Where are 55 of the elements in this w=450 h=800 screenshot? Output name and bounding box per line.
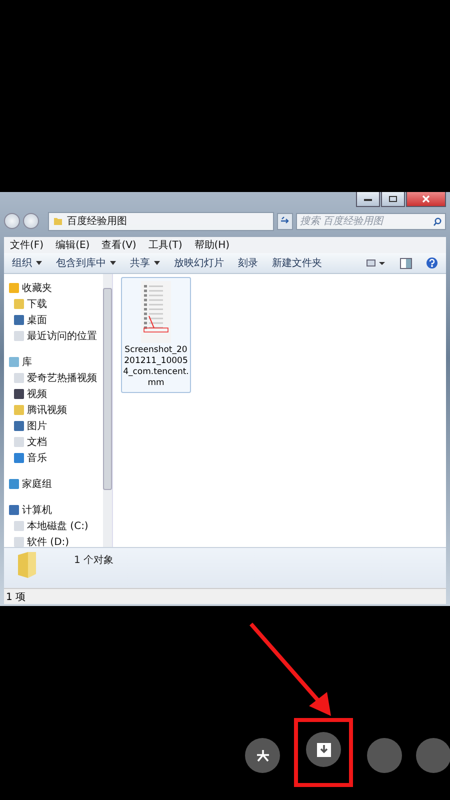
close-icon [421,195,431,203]
preview-pane-icon[interactable] [400,258,412,268]
close-button[interactable] [406,192,446,207]
file-item[interactable]: Screenshot_20201211_100054_com.tencent.mm [121,277,191,394]
sidebar-item[interactable]: 桌面 [27,313,47,327]
toolbar-button[interactable]: 包含到库中 [56,256,116,270]
view-icon[interactable] [366,258,386,268]
round-button[interactable] [416,738,450,773]
sidebar-item[interactable]: 腾讯视频 [27,403,67,417]
search-icon [433,216,442,226]
sidebar-item[interactable]: 最近访问的位置 [27,329,97,343]
maximize-icon [388,195,398,203]
sidebar-item[interactable]: 文档 [27,435,47,449]
scrollbar[interactable] [103,274,112,547]
address-path: 百度经验用图 [67,214,127,228]
sidebar-item[interactable]: 本地磁盘 (C:) [27,519,88,533]
toolbar-button[interactable]: 新建文件夹 [272,256,322,270]
minimize-button[interactable] [356,192,380,207]
sidebar-item[interactable]: 下载 [27,297,47,311]
menu-item[interactable]: 文件(F) [10,238,44,252]
refresh-icon [280,216,290,224]
details-text: 1 个对象 [74,554,114,567]
sidebar-item[interactable]: 软件 (D:) [27,535,70,547]
download-icon [316,742,332,758]
burst-icon [256,748,270,762]
toolbar-button[interactable]: 放映幻灯片 [174,256,224,270]
sidebar-item[interactable]: 视频 [27,387,47,401]
sidebar-item[interactable]: 图片 [27,419,47,433]
menu-item[interactable]: 工具(T) [148,238,182,252]
forward-button[interactable] [23,213,39,229]
sidebar-item[interactable]: 计算机 [22,503,52,517]
search-field[interactable]: 搜索 百度经验用图 [296,212,446,230]
menu-item[interactable]: 查看(V) [102,238,136,252]
sidebar-item[interactable]: 收藏夹 [22,281,52,295]
file-name: Screenshot_20201211_100054_com.tencent.mm [123,345,189,390]
back-button[interactable] [4,213,20,229]
status-text: 1 项 [6,590,26,604]
menu-item[interactable]: 编辑(E) [56,238,90,252]
menu-item[interactable]: 帮助(H) [194,238,230,252]
minimize-icon [363,196,373,202]
share-button[interactable] [245,738,280,773]
toolbar-button[interactable]: 共享 [130,256,160,270]
sidebar-item[interactable]: 库 [22,355,32,369]
help-icon[interactable] [426,257,438,269]
sidebar-item[interactable]: 家庭组 [22,477,52,491]
thumbnail-icon [141,281,171,343]
sidebar-item[interactable]: 爱奇艺热播视频 [27,371,97,385]
address-bar[interactable]: 百度经验用图 [48,212,274,230]
toolbar-button[interactable]: 组织 [12,256,42,270]
round-button[interactable] [367,738,402,773]
toolbar-button[interactable]: 刻录 [238,256,258,270]
refresh-button[interactable] [277,212,293,230]
maximize-button[interactable] [381,192,405,207]
sidebar-item[interactable]: 音乐 [27,451,47,465]
download-button[interactable] [306,732,341,767]
